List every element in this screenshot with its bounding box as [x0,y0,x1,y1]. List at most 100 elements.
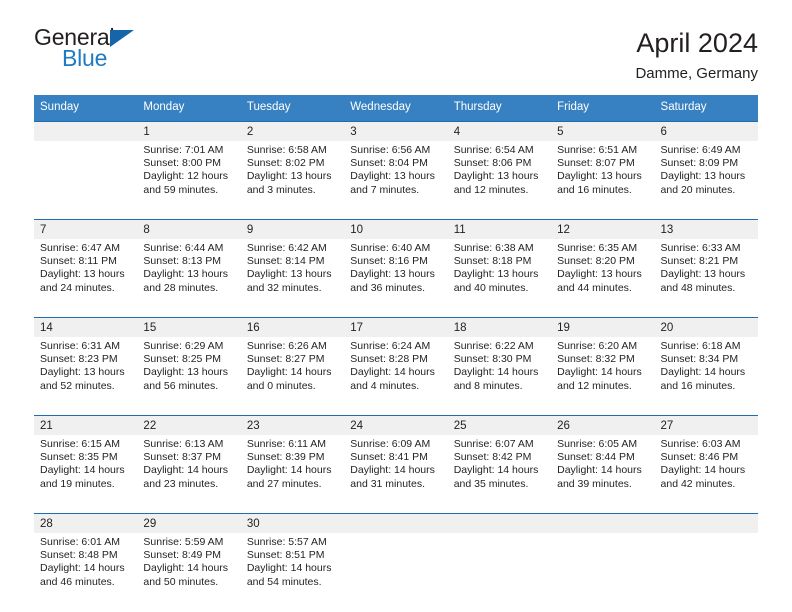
page-title: April 2024 [636,28,758,58]
sunset-text: Sunset: 8:42 PM [453,451,532,464]
day-cell[interactable] [655,533,758,602]
day-cell[interactable]: Sunrise: 6:49 AM Sunset: 8:09 PM Dayligh… [655,141,758,210]
sunset-text: Sunset: 8:44 PM [557,451,635,464]
daylight-text-line2: and 39 minutes. [557,477,632,490]
weekday-header-sunday: Sunday [40,101,80,114]
day-cell[interactable]: Sunrise: 6:22 AM Sunset: 8:30 PM Dayligh… [448,337,551,406]
day-cell[interactable]: Sunrise: 6:29 AM Sunset: 8:25 PM Dayligh… [137,337,240,406]
daylight-text-line2: and 44 minutes. [557,281,632,294]
day-cell[interactable]: Sunrise: 6:56 AM Sunset: 8:04 PM Dayligh… [344,141,447,210]
daylight-text-line1: Daylight: 14 hours [557,366,642,379]
day-number: 16 [246,321,260,334]
sunset-text: Sunset: 8:32 PM [557,353,635,366]
day-cell[interactable] [344,533,447,602]
day-cell[interactable]: Sunrise: 6:42 AM Sunset: 8:14 PM Dayligh… [241,239,344,308]
sunrise-text: Sunrise: 6:31 AM [40,339,120,352]
day-number: 23 [246,419,260,432]
day-number: 14 [40,321,53,334]
triangle-icon [110,30,134,47]
weekday-header-row: Sunday Monday Tuesday Wednesday Thursday… [34,95,758,121]
day-cell[interactable]: Sunrise: 6:51 AM Sunset: 8:07 PM Dayligh… [551,141,654,210]
day-number: 19 [557,321,570,334]
sunset-text: Sunset: 8:49 PM [143,549,222,562]
day-cell[interactable]: Sunrise: 6:38 AM Sunset: 8:18 PM Dayligh… [448,239,551,308]
general-blue-logo: General Blue [34,26,164,74]
daylight-text-line1: Daylight: 14 hours [143,464,229,477]
day-cell[interactable]: Sunrise: 6:20 AM Sunset: 8:32 PM Dayligh… [551,337,654,406]
daylight-text-line1: Daylight: 14 hours [40,464,125,477]
sunset-text: Sunset: 8:16 PM [350,255,428,268]
daylight-text-line2: and 12 minutes. [557,379,632,392]
calendar-page: General Blue April 2024 Damme, Germany S… [0,0,792,612]
sunrise-text: Sunrise: 6:44 AM [143,241,224,254]
daylight-text-line2: and 54 minutes. [246,575,322,588]
day-cell[interactable]: Sunrise: 6:58 AM Sunset: 8:02 PM Dayligh… [241,141,344,210]
daylight-text-line1: Daylight: 13 hours [350,268,435,281]
day-cell[interactable] [551,533,654,602]
sunrise-text: Sunrise: 6:54 AM [453,143,534,156]
sunrise-text: Sunrise: 5:59 AM [143,535,224,548]
day-cell[interactable]: Sunrise: 6:35 AM Sunset: 8:20 PM Dayligh… [551,239,654,308]
day-cell[interactable]: Sunrise: 6:05 AM Sunset: 8:44 PM Dayligh… [551,435,654,504]
sunrise-text: Sunrise: 6:47 AM [40,241,120,254]
daylight-text-line2: and 52 minutes. [40,379,115,392]
daylight-text-line2: and 20 minutes. [660,183,736,196]
sunrise-text: Sunrise: 6:09 AM [350,437,431,450]
day-cell[interactable]: Sunrise: 6:09 AM Sunset: 8:41 PM Dayligh… [344,435,447,504]
daylight-text-line2: and 56 minutes. [143,379,219,392]
day-cell[interactable] [34,141,137,210]
daylight-text-line1: Daylight: 14 hours [350,366,435,379]
day-number: 21 [40,419,53,432]
day-cell[interactable]: Sunrise: 6:26 AM Sunset: 8:27 PM Dayligh… [241,337,344,406]
daylight-text-line1: Daylight: 13 hours [143,268,229,281]
daylight-text-line1: Daylight: 14 hours [453,366,539,379]
day-cell[interactable]: Sunrise: 6:11 AM Sunset: 8:39 PM Dayligh… [241,435,344,504]
day-cell[interactable]: Sunrise: 6:18 AM Sunset: 8:34 PM Dayligh… [655,337,758,406]
day-cell[interactable]: Sunrise: 6:44 AM Sunset: 8:13 PM Dayligh… [137,239,240,308]
daylight-text-line1: Daylight: 14 hours [453,464,539,477]
day-cell[interactable]: Sunrise: 6:31 AM Sunset: 8:23 PM Dayligh… [34,337,137,406]
day-cell[interactable]: Sunrise: 5:59 AM Sunset: 8:49 PM Dayligh… [137,533,240,602]
day-number: 7 [40,223,47,236]
day-number: 24 [350,419,364,432]
week-daynumber-band: 28 29 30 [34,513,758,533]
weekday-header-monday: Monday [143,101,185,114]
day-cell[interactable]: Sunrise: 7:01 AM Sunset: 8:00 PM Dayligh… [137,141,240,210]
day-cell[interactable]: Sunrise: 6:13 AM Sunset: 8:37 PM Dayligh… [137,435,240,504]
sunset-text: Sunset: 8:46 PM [660,451,739,464]
daylight-text-line2: and 32 minutes. [246,281,322,294]
daylight-text-line2: and 42 minutes. [660,477,736,490]
sunset-text: Sunset: 8:14 PM [246,255,325,268]
week-daynumber-band: 14 15 16 17 18 19 20 [34,317,758,337]
sunrise-text: Sunrise: 6:58 AM [246,143,327,156]
sunset-text: Sunset: 8:18 PM [453,255,532,268]
daylight-text-line1: Daylight: 13 hours [143,366,229,379]
sunset-text: Sunset: 8:41 PM [350,451,428,464]
daylight-text-line2: and 8 minutes. [453,379,523,392]
daylight-text-line1: Daylight: 13 hours [40,268,125,281]
daylight-text-line1: Daylight: 14 hours [557,464,642,477]
day-cell[interactable]: Sunrise: 6:40 AM Sunset: 8:16 PM Dayligh… [344,239,447,308]
day-number: 3 [350,125,357,138]
day-cell[interactable]: Sunrise: 6:07 AM Sunset: 8:42 PM Dayligh… [448,435,551,504]
sunset-text: Sunset: 8:11 PM [40,255,117,268]
daylight-text-line2: and 3 minutes. [246,183,316,196]
day-cell[interactable]: Sunrise: 6:24 AM Sunset: 8:28 PM Dayligh… [344,337,447,406]
day-cell[interactable]: Sunrise: 6:03 AM Sunset: 8:46 PM Dayligh… [655,435,758,504]
daylight-text-line2: and 28 minutes. [143,281,219,294]
daylight-text-line1: Daylight: 13 hours [660,268,746,281]
day-cell[interactable] [448,533,551,602]
daylight-text-line2: and 27 minutes. [246,477,322,490]
daylight-text-line1: Daylight: 14 hours [660,366,746,379]
daylight-text-line2: and 4 minutes. [350,379,420,392]
day-cell[interactable]: Sunrise: 6:01 AM Sunset: 8:48 PM Dayligh… [34,533,137,602]
sunset-text: Sunset: 8:00 PM [143,157,222,170]
day-cell[interactable]: Sunrise: 6:15 AM Sunset: 8:35 PM Dayligh… [34,435,137,504]
day-cell[interactable]: Sunrise: 6:54 AM Sunset: 8:06 PM Dayligh… [448,141,551,210]
calendar-week-row: 14 15 16 17 18 19 20 Sunrise: 6:31 AM Su… [34,316,758,415]
day-cell[interactable]: Sunrise: 5:57 AM Sunset: 8:51 PM Dayligh… [241,533,344,602]
day-number: 25 [453,419,467,432]
day-cell[interactable]: Sunrise: 6:47 AM Sunset: 8:11 PM Dayligh… [34,239,137,308]
day-cell[interactable]: Sunrise: 6:33 AM Sunset: 8:21 PM Dayligh… [655,239,758,308]
calendar-week-row: 28 29 30 Sunrise: 6:01 AM Sunset: 8:48 P… [34,512,758,602]
